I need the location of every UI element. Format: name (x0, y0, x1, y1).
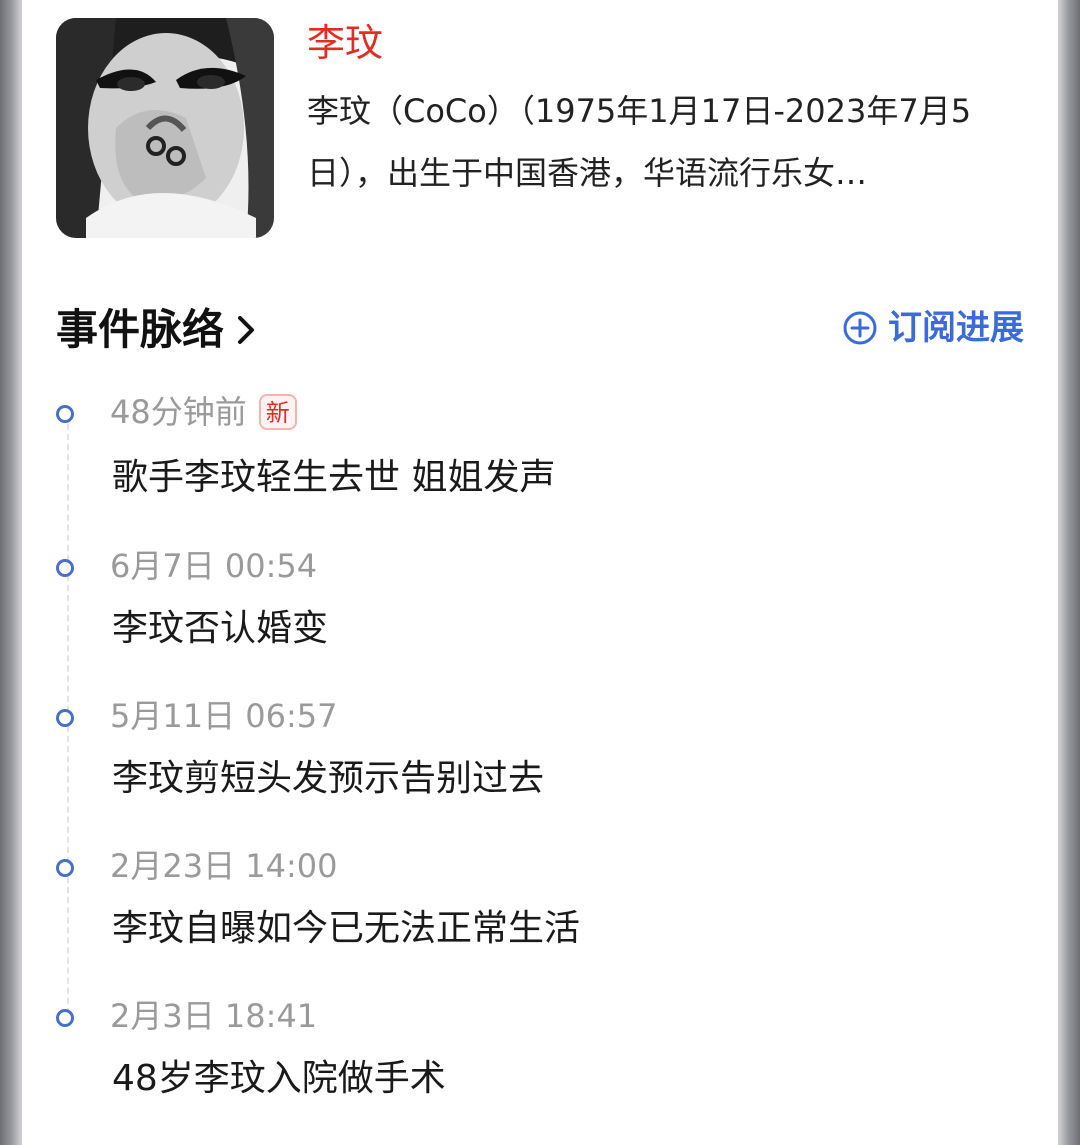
event-headline[interactable]: 李玟自曝如今已无法正常生活 (112, 904, 580, 954)
event-time: 2月3日 18:41 (110, 997, 318, 1035)
event-time: 6月7日 00:54 (110, 547, 318, 585)
event-time-text: 48分钟前 (110, 393, 247, 431)
artist-photo[interactable] (56, 18, 274, 238)
artist-name[interactable]: 李玟 (307, 18, 383, 68)
plus-circle-icon (843, 311, 877, 345)
event-timeline-header[interactable]: 事件脉络 (56, 302, 258, 358)
event-time: 2月23日 14:00 (110, 847, 338, 885)
timeline-dot-icon (56, 859, 74, 877)
chevron-right-icon (238, 316, 255, 344)
subscribe-label: 订阅进展 (888, 308, 1024, 348)
event-headline[interactable]: 李玟否认婚变 (112, 604, 328, 654)
artist-photo-image (56, 18, 274, 238)
timeline-dot-icon (56, 709, 74, 727)
event-time: 5月11日 06:57 (110, 697, 338, 735)
subscribe-button[interactable]: 订阅进展 (842, 306, 1024, 350)
artist-summary[interactable]: 李玟（CoCo）（1975年1月17日-2023年7月5日），出生于中国香港，华… (307, 80, 1027, 204)
event-time: 48分钟前 新 (110, 390, 297, 434)
new-badge: 新 (258, 394, 297, 430)
event-headline[interactable]: 48岁李玟入院做手术 (112, 1054, 446, 1104)
timeline-dot-icon (56, 559, 74, 577)
event-headline[interactable]: 歌手李玟轻生去世 姐姐发声 (112, 453, 555, 503)
topic-card: 李玟 李玟（CoCo）（1975年1月17日-2023年7月5日），出生于中国香… (22, 0, 1058, 1145)
timeline-dot-icon (56, 1009, 74, 1027)
timeline-dot-icon (56, 405, 74, 423)
event-headline[interactable]: 李玟剪短头发预示告别过去 (112, 754, 544, 804)
section-title: 事件脉络 (56, 305, 225, 354)
